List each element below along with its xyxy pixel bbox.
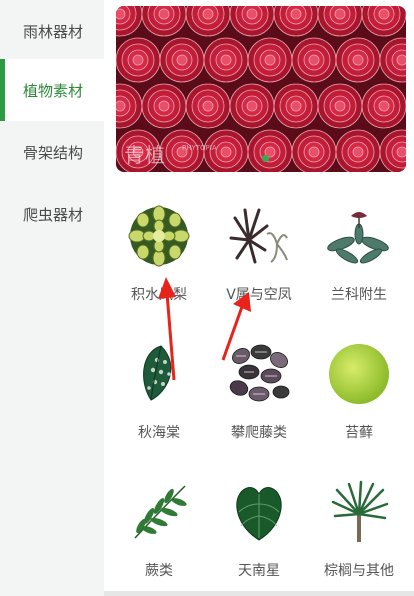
category-bromeliad[interactable]: 积水凤梨 (109, 190, 209, 320)
rosette-shape (291, 37, 337, 83)
bromeliad-icon (128, 205, 190, 267)
sidebar-item-plant-materials[interactable]: 植物素材 (0, 59, 104, 121)
rosette-shape (335, 37, 381, 83)
rosette-shape (335, 129, 381, 172)
begonia-icon (143, 345, 172, 401)
category-vine[interactable]: 攀爬藤类 (209, 328, 309, 458)
bottom-scroll-edge (104, 591, 414, 596)
category-moss[interactable]: 苔藓 (309, 328, 409, 458)
banner-logo: 青植 (124, 143, 166, 167)
category-sidebar: 雨林器材 植物素材 骨架结构 爬虫器材 (0, 0, 104, 596)
rosette-shape (361, 83, 406, 129)
category-label: V属与空凤 (226, 287, 292, 303)
sidebar-item-label: 爬虫器材 (23, 205, 84, 224)
sidebar-item-label: 植物素材 (23, 81, 84, 100)
banner-carousel[interactable]: PHYTOPIA 青植 (116, 6, 406, 172)
moss-icon (329, 344, 389, 404)
category-fern[interactable]: 蕨类 (109, 466, 209, 596)
banner-logo-sub: PHYTOPIA (182, 144, 217, 152)
rosette-shape (247, 129, 293, 172)
vine-icon (229, 344, 290, 402)
sidebar-item-label: 雨林器材 (23, 22, 84, 41)
fern-icon (134, 485, 187, 539)
air-plant-icon (229, 208, 288, 264)
rosette-shape (317, 83, 363, 129)
category-label: 积水凤梨 (131, 287, 187, 303)
palm-icon (331, 480, 389, 542)
app-root: 雨林器材 植物素材 骨架结构 爬虫器材 PHYTOPIA 青植 积水凤梨 V属与… (0, 0, 414, 596)
category-palm[interactable]: 棕榈与其他 (309, 466, 409, 596)
rosette-shape (273, 83, 319, 129)
rosette-shape (185, 83, 231, 129)
category-label: 兰科附生 (331, 287, 387, 303)
category-label: 蕨类 (145, 563, 173, 579)
category-label: 天南星 (238, 563, 280, 579)
rosette-shape (203, 37, 249, 83)
anthurium-icon (236, 487, 282, 541)
category-label: 秋海棠 (138, 425, 180, 441)
sidebar-item-rainforest-equipment[interactable]: 雨林器材 (0, 0, 104, 62)
category-label: 棕榈与其他 (324, 563, 394, 579)
rosette-shape (116, 37, 161, 83)
rosette-shape (141, 83, 187, 129)
sidebar-item-frame-structure[interactable]: 骨架结构 (0, 121, 104, 183)
content-area: PHYTOPIA 青植 积水凤梨 V属与空凤 兰科附生 秋海棠 攀爬藤类 苔藓 … (104, 0, 414, 596)
carousel-indicator-dot[interactable] (262, 155, 269, 162)
rosette-shape (291, 129, 337, 172)
category-label: 攀爬藤类 (231, 425, 287, 441)
category-anthurium[interactable]: 天南星 (209, 466, 309, 596)
category-air-plant[interactable]: V属与空凤 (209, 190, 309, 320)
rosette-shape (229, 83, 275, 129)
category-orchid[interactable]: 兰科附生 (309, 190, 409, 320)
sidebar-item-label: 骨架结构 (23, 143, 84, 162)
sidebar-item-reptile-equipment[interactable]: 爬虫器材 (0, 183, 104, 245)
category-begonia[interactable]: 秋海棠 (109, 328, 209, 458)
category-label: 苔藓 (345, 425, 373, 441)
orchid-icon (327, 212, 389, 264)
rosette-shape (159, 37, 205, 83)
rosette-shape (247, 37, 293, 83)
